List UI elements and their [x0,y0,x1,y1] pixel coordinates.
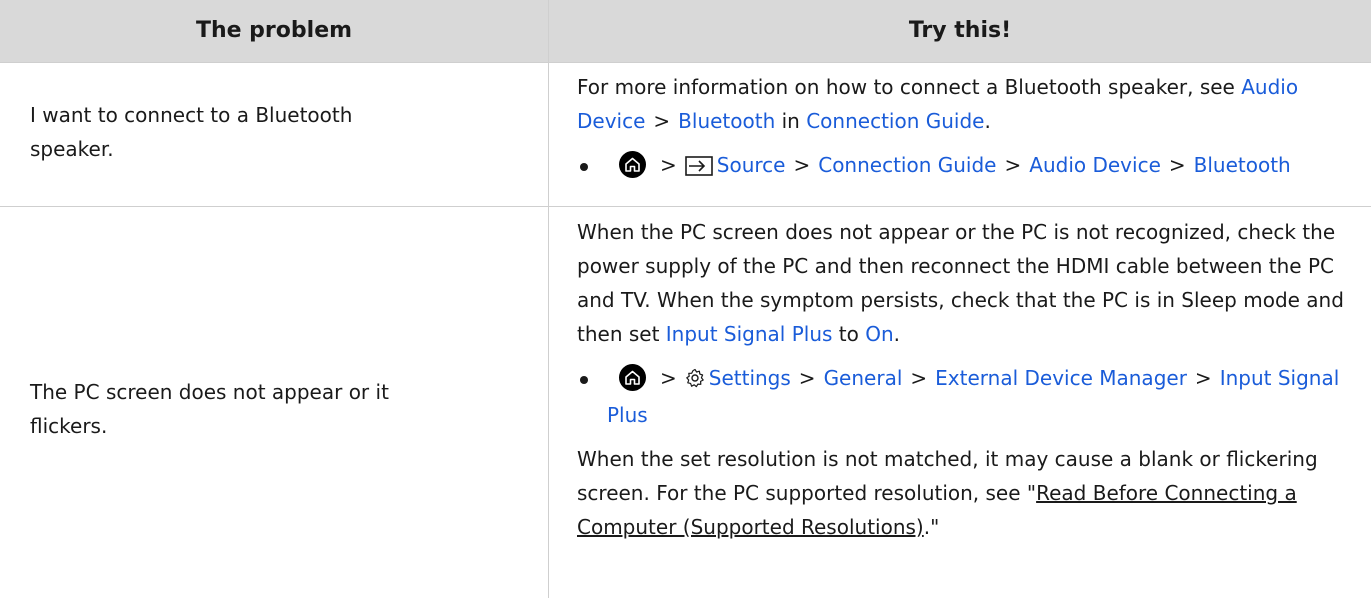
path-item-bluetooth[interactable]: Bluetooth [1194,153,1291,177]
header-try-this: Try this! [908,18,1012,43]
chevron-right-icon: > [660,366,677,390]
solution-paragraph: When the PC screen does not appear or th… [577,215,1357,351]
chevron-right-icon: > [1168,153,1186,177]
home-icon [619,151,646,178]
source-input-icon [684,152,713,186]
path-item-settings[interactable]: Settings [709,366,791,390]
home-icon [619,364,646,391]
table-row: I want to connect to a Bluetooth speaker… [0,62,1371,206]
problem-text: The PC screen does not appear or it flic… [30,380,389,438]
solution-cell: When the PC screen does not appear or th… [577,215,1357,544]
link-bluetooth[interactable]: Bluetooth [678,109,775,133]
path-item-audio-device[interactable]: Audio Device [1029,153,1161,177]
solution-cell: For more information on how to connect a… [577,70,1357,186]
table-row: The PC screen does not appear or it flic… [0,207,1371,598]
solution-text: For more information on how to connect a… [577,75,1242,99]
header-problem: The problem [195,18,353,43]
table-header: The problem Try this! [0,0,1371,63]
path-item-general[interactable]: General [824,366,903,390]
chevron-right-icon: > [910,366,928,390]
solution-text: ." [923,515,940,539]
solution-paragraph: For more information on how to connect a… [577,70,1357,138]
solution-text: to [832,322,866,346]
menu-path: > Settings > General > External Device Manage… [577,361,1357,432]
gear-icon [685,364,705,398]
chevron-right-icon: > [793,153,811,177]
chevron-right-icon: > [1004,153,1022,177]
link-on[interactable]: On [865,322,893,346]
path-item-connection-guide[interactable]: Connection Guide [818,153,996,177]
bullet-icon [580,163,588,171]
path-item-external-device-manager[interactable]: External Device Manager [935,366,1187,390]
chevron-right-icon: > [1194,366,1212,390]
troubleshooting-table: The problem Try this! I want to connect … [0,0,1371,598]
solution-text: . [893,322,901,346]
solution-text: . [984,109,991,133]
path-item-source[interactable]: Source [717,153,786,177]
link-input-signal-plus[interactable]: Input Signal Plus [666,322,833,346]
problem-text: I want to connect to a Bluetooth speaker… [30,103,353,161]
solution-text: in [775,109,807,133]
link-connection-guide[interactable]: Connection Guide [806,109,984,133]
chevron-right-icon: > [653,109,671,133]
solution-paragraph: When the set resolution is not matched, … [577,442,1357,544]
bullet-icon [580,376,588,384]
menu-path: > Source > Connection Guide > Audio Device > Bl… [577,148,1357,186]
chevron-right-icon: > [660,153,677,177]
chevron-right-icon: > [798,366,816,390]
